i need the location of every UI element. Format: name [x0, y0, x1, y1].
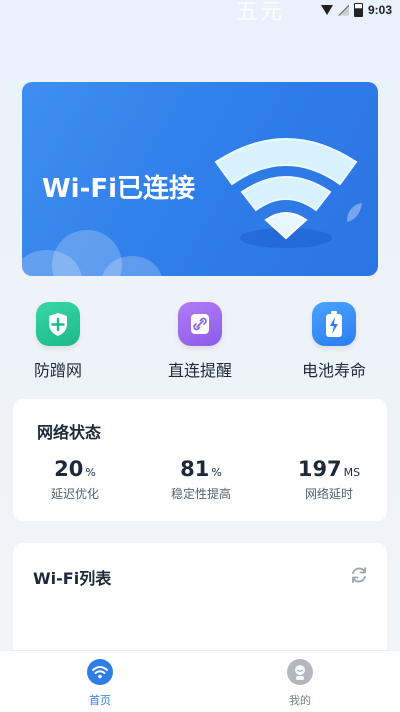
action-label: 直连提醒 — [167, 361, 232, 380]
nav-label: 首页 — [89, 694, 111, 707]
metric-caption: 延迟优化 — [50, 487, 99, 501]
metric-value: 197 — [297, 457, 342, 481]
metric-unit: % — [211, 466, 222, 479]
action-direct-alert[interactable]: 直连提醒 — [145, 302, 255, 381]
wifi-signal-icon — [320, 5, 333, 15]
tab-mine[interactable]: 我的 — [260, 659, 340, 708]
status-ghost-text: 五元 — [236, 0, 285, 25]
metric-value: 81 — [180, 457, 210, 481]
metric-stability: 81% 稳定性提高 — [141, 457, 261, 502]
network-status-title: 网络状态 — [37, 423, 102, 442]
network-status-card: 网络状态 20% 延迟优化 81% 稳定性提高 197 MS 网络延时 — [13, 399, 387, 521]
action-label: 防蹭网 — [33, 361, 82, 380]
no-signal-icon — [337, 4, 349, 16]
bottom-navigation: 首页 我的 — [0, 650, 400, 712]
metric-caption: 网络延时 — [304, 487, 353, 501]
metric-network-delay: 197 MS 网络延时 — [269, 457, 389, 502]
metric-caption: 稳定性提高 — [170, 487, 231, 501]
metric-unit: MS — [343, 466, 361, 479]
profile-icon — [287, 659, 313, 685]
wifi-connected-banner[interactable]: Wi-Fi已连接 — [22, 82, 378, 276]
battery-status-icon — [353, 3, 363, 17]
action-label: 电池寿命 — [301, 361, 366, 380]
refresh-icon[interactable] — [349, 565, 369, 585]
wifi-home-icon — [87, 659, 113, 685]
wifi-list-title: Wi-Fi列表 — [33, 569, 112, 588]
metric-latency-optimization: 20% 延迟优化 — [15, 457, 135, 502]
action-battery-life[interactable]: 电池寿命 — [279, 302, 389, 381]
quick-actions: 防蹭网 直连提醒 电池寿命 — [0, 302, 400, 388]
cloud-decoration — [22, 220, 162, 276]
metric-value: 20 — [54, 457, 84, 481]
metric-unit: % — [85, 466, 96, 479]
action-anti-freeload[interactable]: 防蹭网 — [3, 302, 113, 381]
wifi-illustration-icon — [214, 138, 358, 248]
banner-title: Wi-Fi已连接 — [42, 174, 196, 204]
nav-label: 我的 — [289, 694, 311, 707]
shield-plus-icon — [36, 302, 80, 346]
link-icon — [178, 302, 222, 346]
status-time: 9:03 — [367, 3, 392, 17]
status-icons: 9:03 — [320, 3, 392, 17]
battery-icon — [312, 302, 356, 346]
status-bar: 五元 9:03 — [0, 0, 400, 25]
tab-home[interactable]: 首页 — [60, 659, 140, 708]
